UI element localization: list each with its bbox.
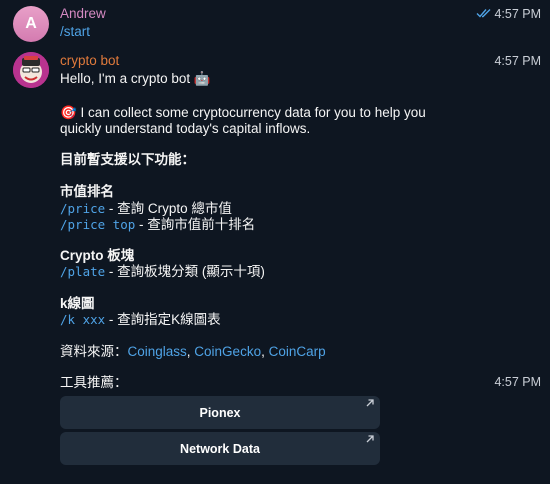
source-coinglass-link[interactable]: Coinglass	[128, 344, 187, 359]
command-plate-link[interactable]: /plate	[60, 264, 105, 279]
external-link-arrow-icon	[366, 399, 374, 407]
command-price-desc: - 查詢 Crypto 總市值	[105, 201, 232, 216]
features-heading: 目前暫支援以下功能：	[60, 152, 195, 167]
user-avatar[interactable]: A	[13, 6, 49, 42]
command-k-link[interactable]: /k xxx	[60, 312, 105, 327]
external-link-arrow-icon	[366, 435, 374, 443]
avatar-letter: A	[25, 15, 37, 32]
source-separator-2: ,	[261, 344, 269, 359]
bot-intro-line-2: quickly understand today's capital inflo…	[60, 121, 311, 136]
bot-message-time: 4:57 PM	[494, 54, 541, 68]
source-coingecko-link[interactable]: CoinGecko	[194, 344, 261, 359]
command-plate-desc: - 查詢板塊分類 (顯示十項)	[105, 264, 265, 279]
user-sender-name[interactable]: Andrew	[60, 6, 106, 21]
command-price-top-link[interactable]: /price top	[60, 217, 135, 232]
bot-sender-name[interactable]: crypto bot	[60, 53, 119, 68]
data-sources-label: 資料來源：	[60, 344, 128, 359]
inline-button-network-data[interactable]: Network Data	[60, 432, 380, 465]
command-k-desc: - 查詢指定K線圖表	[105, 312, 221, 327]
user-message-time: 4:57 PM	[494, 7, 541, 21]
command-line-plate: /plate - 查詢板塊分類 (顯示十項)	[60, 263, 265, 281]
source-coincarp-link[interactable]: CoinCarp	[269, 344, 326, 359]
command-line-k: /k xxx - 查詢指定K線圖表	[60, 311, 221, 329]
command-price-link[interactable]: /price	[60, 201, 105, 216]
tools-message-time: 4:57 PM	[494, 375, 541, 389]
read-check-icon	[476, 9, 491, 18]
bot-avatar[interactable]	[13, 52, 49, 88]
bot-greeting: Hello, I'm a crypto bot 🤖	[60, 71, 211, 86]
section-market-cap-title: 市值排名	[60, 184, 114, 199]
command-price-top-desc: - 查詢市值前十排名	[135, 217, 256, 232]
data-sources-line: 資料來源：Coinglass, CoinGecko, CoinCarp	[60, 343, 326, 361]
inline-button-pionex[interactable]: Pionex	[60, 396, 380, 429]
inline-button-network-data-label: Network Data	[180, 441, 260, 456]
user-message-text[interactable]: /start	[60, 23, 90, 41]
inline-button-pionex-label: Pionex	[199, 405, 241, 420]
tools-recommend-text: 工具推薦：	[60, 375, 128, 390]
bot-avatar-icon	[13, 52, 49, 88]
command-line-price-top: /price top - 查詢市值前十排名	[60, 216, 255, 234]
